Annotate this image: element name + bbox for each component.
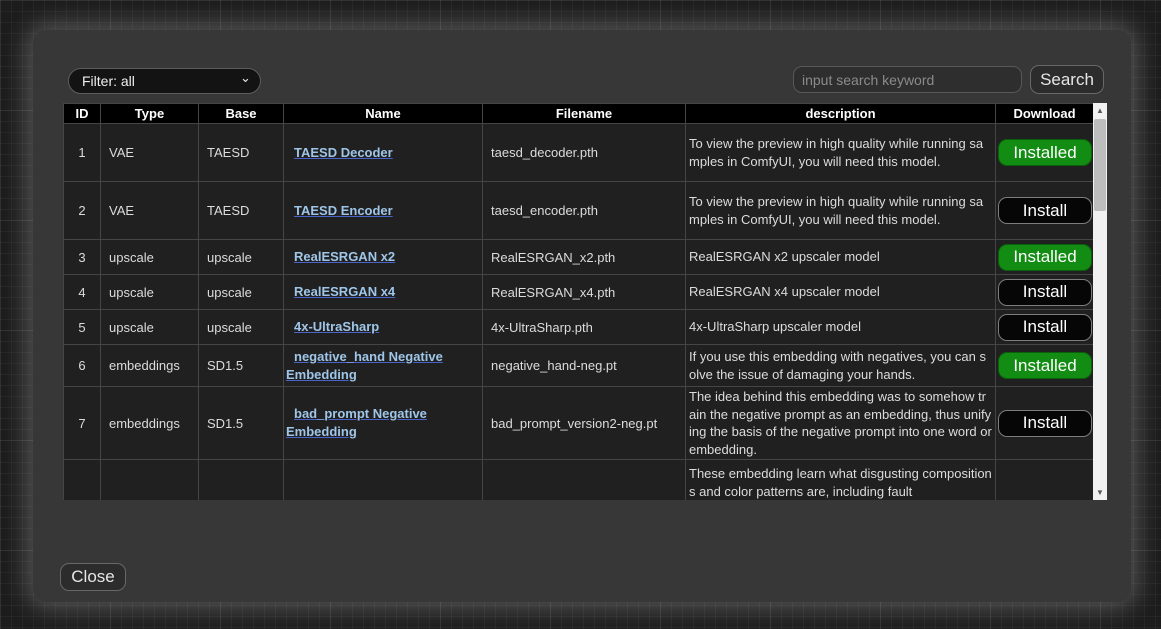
cell-type: embeddings bbox=[101, 387, 199, 460]
cell-filename: taesd_encoder.pth bbox=[483, 182, 686, 240]
table-row: 3 upscale upscale RealESRGAN x2 RealESRG… bbox=[64, 240, 1094, 275]
model-name-link[interactable]: 4x-UltraSharp bbox=[294, 319, 379, 334]
close-button[interactable]: Close bbox=[60, 563, 126, 591]
column-header: description bbox=[686, 104, 996, 124]
installed-button[interactable]: Installed bbox=[998, 139, 1092, 166]
cell-id: 7 bbox=[64, 387, 101, 460]
model-name-link[interactable]: TAESD Decoder bbox=[294, 145, 393, 160]
cell-base: TAESD bbox=[199, 124, 284, 182]
column-header: Name bbox=[284, 104, 483, 124]
cell-filename bbox=[483, 460, 686, 501]
install-button[interactable]: Install bbox=[998, 410, 1092, 437]
cell-description: 4x-UltraSharp upscaler model bbox=[686, 310, 996, 345]
cell-name: 4x-UltraSharp bbox=[284, 310, 483, 345]
cell-download: Installed bbox=[996, 345, 1094, 387]
cell-download: Installed bbox=[996, 240, 1094, 275]
cell-filename: RealESRGAN_x4.pth bbox=[483, 275, 686, 310]
cell-type: upscale bbox=[101, 310, 199, 345]
cell-name: TAESD Decoder bbox=[284, 124, 483, 182]
cell-base: SD1.5 bbox=[199, 345, 284, 387]
table-row: 4 upscale upscale RealESRGAN x4 RealESRG… bbox=[64, 275, 1094, 310]
cell-download: Install bbox=[996, 275, 1094, 310]
model-name-link[interactable]: TAESD Encoder bbox=[294, 203, 393, 218]
scroll-down-icon[interactable]: ▼ bbox=[1093, 485, 1107, 500]
table-scrollbar[interactable]: ▲ ▼ bbox=[1093, 103, 1107, 500]
table-row: 2 VAE TAESD TAESD Encoder taesd_encoder.… bbox=[64, 182, 1094, 240]
cell-name: RealESRGAN x4 bbox=[284, 275, 483, 310]
column-header: Type bbox=[101, 104, 199, 124]
cell-type: VAE bbox=[101, 182, 199, 240]
filter-select[interactable]: Filter: all bbox=[68, 68, 261, 94]
cell-description: The idea behind this embedding was to so… bbox=[686, 387, 996, 460]
cell-filename: negative_hand-neg.pt bbox=[483, 345, 686, 387]
model-name-link[interactable]: negative_hand Negative Embedding bbox=[286, 349, 443, 382]
model-name-link[interactable]: RealESRGAN x2 bbox=[294, 249, 395, 264]
cell-name: bad_prompt Negative Embedding bbox=[284, 387, 483, 460]
cell-name: TAESD Encoder bbox=[284, 182, 483, 240]
install-button[interactable]: Install bbox=[998, 197, 1092, 224]
models-table-zone: IDTypeBaseNameFilenamedescriptionDownloa… bbox=[63, 103, 1107, 500]
models-table: IDTypeBaseNameFilenamedescriptionDownloa… bbox=[63, 103, 1094, 500]
model-name-link[interactable]: RealESRGAN x4 bbox=[294, 284, 395, 299]
search-button[interactable]: Search bbox=[1030, 65, 1104, 94]
cell-type: upscale bbox=[101, 275, 199, 310]
cell-id: 1 bbox=[64, 124, 101, 182]
search-input[interactable] bbox=[793, 66, 1022, 93]
cell-id: 3 bbox=[64, 240, 101, 275]
installed-button[interactable]: Installed bbox=[998, 244, 1092, 271]
cell-filename: 4x-UltraSharp.pth bbox=[483, 310, 686, 345]
table-row: 6 embeddings SD1.5 negative_hand Negativ… bbox=[64, 345, 1094, 387]
cell-base bbox=[199, 460, 284, 501]
table-row: 5 upscale upscale 4x-UltraSharp 4x-Ultra… bbox=[64, 310, 1094, 345]
cell-type: embeddings bbox=[101, 345, 199, 387]
cell-base: upscale bbox=[199, 310, 284, 345]
cell-description: If you use this embedding with negatives… bbox=[686, 345, 996, 387]
cell-download: Install bbox=[996, 387, 1094, 460]
install-button[interactable]: Install bbox=[998, 279, 1092, 306]
cell-description: RealESRGAN x2 upscaler model bbox=[686, 240, 996, 275]
cell-type: upscale bbox=[101, 240, 199, 275]
cell-id: 2 bbox=[64, 182, 101, 240]
cell-id bbox=[64, 460, 101, 501]
cell-filename: taesd_decoder.pth bbox=[483, 124, 686, 182]
model-name-link[interactable]: bad_prompt Negative Embedding bbox=[286, 406, 427, 439]
cell-id: 4 bbox=[64, 275, 101, 310]
cell-name: RealESRGAN x2 bbox=[284, 240, 483, 275]
cell-filename: bad_prompt_version2-neg.pt bbox=[483, 387, 686, 460]
cell-download bbox=[996, 460, 1094, 501]
cell-name bbox=[284, 460, 483, 501]
table-row: 7 embeddings SD1.5 bad_prompt Negative E… bbox=[64, 387, 1094, 460]
cell-base: SD1.5 bbox=[199, 387, 284, 460]
cell-filename: RealESRGAN_x2.pth bbox=[483, 240, 686, 275]
scrollbar-thumb[interactable] bbox=[1094, 119, 1106, 211]
installed-button[interactable]: Installed bbox=[998, 352, 1092, 379]
cell-id: 6 bbox=[64, 345, 101, 387]
table-header-row: IDTypeBaseNameFilenamedescriptionDownloa… bbox=[64, 104, 1094, 124]
cell-type: VAE bbox=[101, 124, 199, 182]
table-row: 1 VAE TAESD TAESD Decoder taesd_decoder.… bbox=[64, 124, 1094, 182]
cell-base: TAESD bbox=[199, 182, 284, 240]
cell-id: 5 bbox=[64, 310, 101, 345]
cell-base: upscale bbox=[199, 240, 284, 275]
cell-description: To view the preview in high quality whil… bbox=[686, 182, 996, 240]
cell-download: Install bbox=[996, 310, 1094, 345]
cell-type bbox=[101, 460, 199, 501]
column-header: Filename bbox=[483, 104, 686, 124]
table-row: These embedding learn what disgusting co… bbox=[64, 460, 1094, 501]
column-header: ID bbox=[64, 104, 101, 124]
cell-download: Install bbox=[996, 182, 1094, 240]
cell-name: negative_hand Negative Embedding bbox=[284, 345, 483, 387]
cell-description: To view the preview in high quality whil… bbox=[686, 124, 996, 182]
install-button[interactable]: Install bbox=[998, 314, 1092, 341]
column-header: Download bbox=[996, 104, 1094, 124]
cell-description: RealESRGAN x4 upscaler model bbox=[686, 275, 996, 310]
cell-base: upscale bbox=[199, 275, 284, 310]
scroll-up-icon[interactable]: ▲ bbox=[1093, 103, 1107, 118]
cell-download: Installed bbox=[996, 124, 1094, 182]
column-header: Base bbox=[199, 104, 284, 124]
install-models-dialog: Filter: all ⌄ Search IDTypeBaseNameFilen… bbox=[33, 30, 1131, 602]
cell-description: These embedding learn what disgusting co… bbox=[686, 460, 996, 501]
